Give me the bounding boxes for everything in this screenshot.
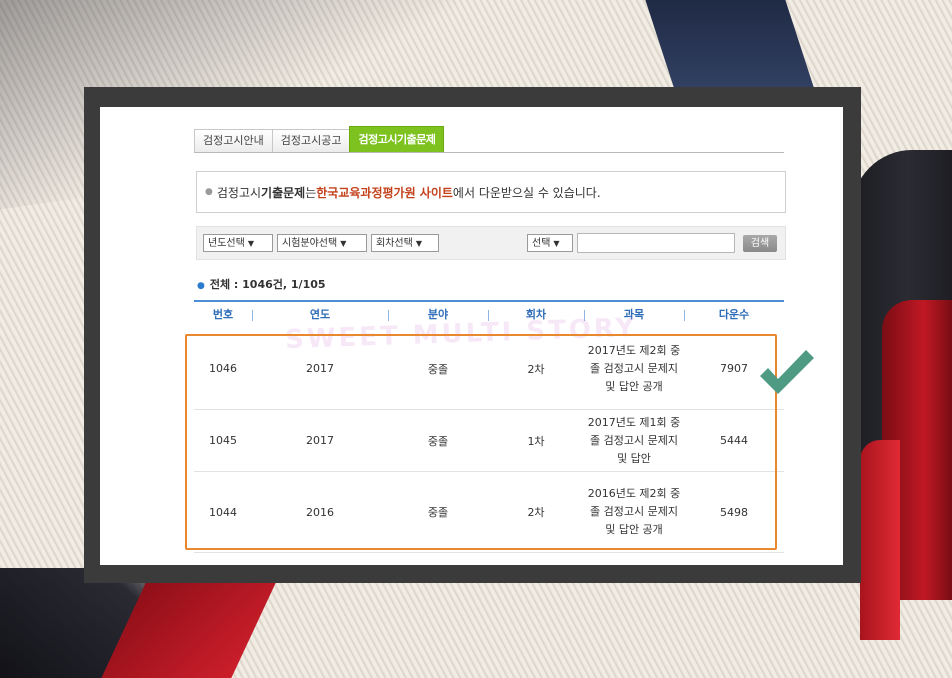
chevron-down-icon: ▼ <box>553 239 560 248</box>
kice-site-link[interactable]: 한국교육과정평가원 사이트 <box>316 184 453 201</box>
round-select[interactable]: 회차선택 ▼ <box>371 234 439 252</box>
search-type-label: 선택 <box>532 238 551 249</box>
header-field: 분야 <box>427 308 449 321</box>
round-select-label: 회차선택 <box>376 238 413 249</box>
chevron-down-icon: ▼ <box>247 239 254 248</box>
result-count: 전체 : 1046건, 1/105 <box>209 278 326 291</box>
bullet-icon: ● <box>197 281 205 291</box>
chevron-down-icon: ▼ <box>415 239 422 248</box>
notice-prefix: 검정고시 <box>216 185 262 200</box>
header-subject: 과목 <box>623 308 645 321</box>
result-summary: ● 전체 : 1046건, 1/105 <box>197 276 326 292</box>
field-select-label: 시험분야선택 <box>282 238 338 249</box>
bullet-icon: ● <box>205 187 213 197</box>
header-year: 연도 <box>309 308 331 321</box>
search-bar: 년도선택 ▼ 시험분야선택 ▼ 회차선택 ▼ 선택 ▼ 검색 <box>196 226 786 260</box>
header-round: 회차 <box>525 308 547 321</box>
table-header: 번호 연도 분야 회차 과목 다운수 <box>194 300 784 328</box>
notice-suffix: 에서 다운받으실 수 있습니다. <box>452 185 601 200</box>
book-cover-top <box>645 0 815 90</box>
notice-strong: 기출문제 <box>261 185 306 200</box>
tab-past-exams[interactable]: 검정고시기출문제 <box>349 126 445 152</box>
tab-bar: 검정고시안내 검정고시공고 검정고시기출문제 <box>194 126 784 153</box>
notice-box: ● 검정고시 기출문제 는 한국교육과정평가원 사이트 에서 다운받으실 수 있습니… <box>196 171 786 213</box>
search-type-select[interactable]: 선택 ▼ <box>527 234 573 252</box>
tab-exam-info[interactable]: 검정고시안내 <box>194 129 273 152</box>
notice-middle: 는 <box>305 185 317 200</box>
book-red-edge-2 <box>860 440 900 640</box>
chevron-down-icon: ▼ <box>340 239 347 248</box>
check-icon <box>760 350 814 394</box>
header-number: 번호 <box>212 308 234 321</box>
tab-exam-notice[interactable]: 검정고시공고 <box>271 129 351 152</box>
field-select[interactable]: 시험분야선택 ▼ <box>277 234 367 252</box>
search-button[interactable]: 검색 <box>743 235 777 252</box>
highlight-box <box>185 334 777 550</box>
search-input[interactable] <box>577 233 735 253</box>
header-downloads: 다운수 <box>718 308 750 321</box>
year-select-label: 년도선택 <box>208 238 245 249</box>
year-select[interactable]: 년도선택 ▼ <box>203 234 273 252</box>
